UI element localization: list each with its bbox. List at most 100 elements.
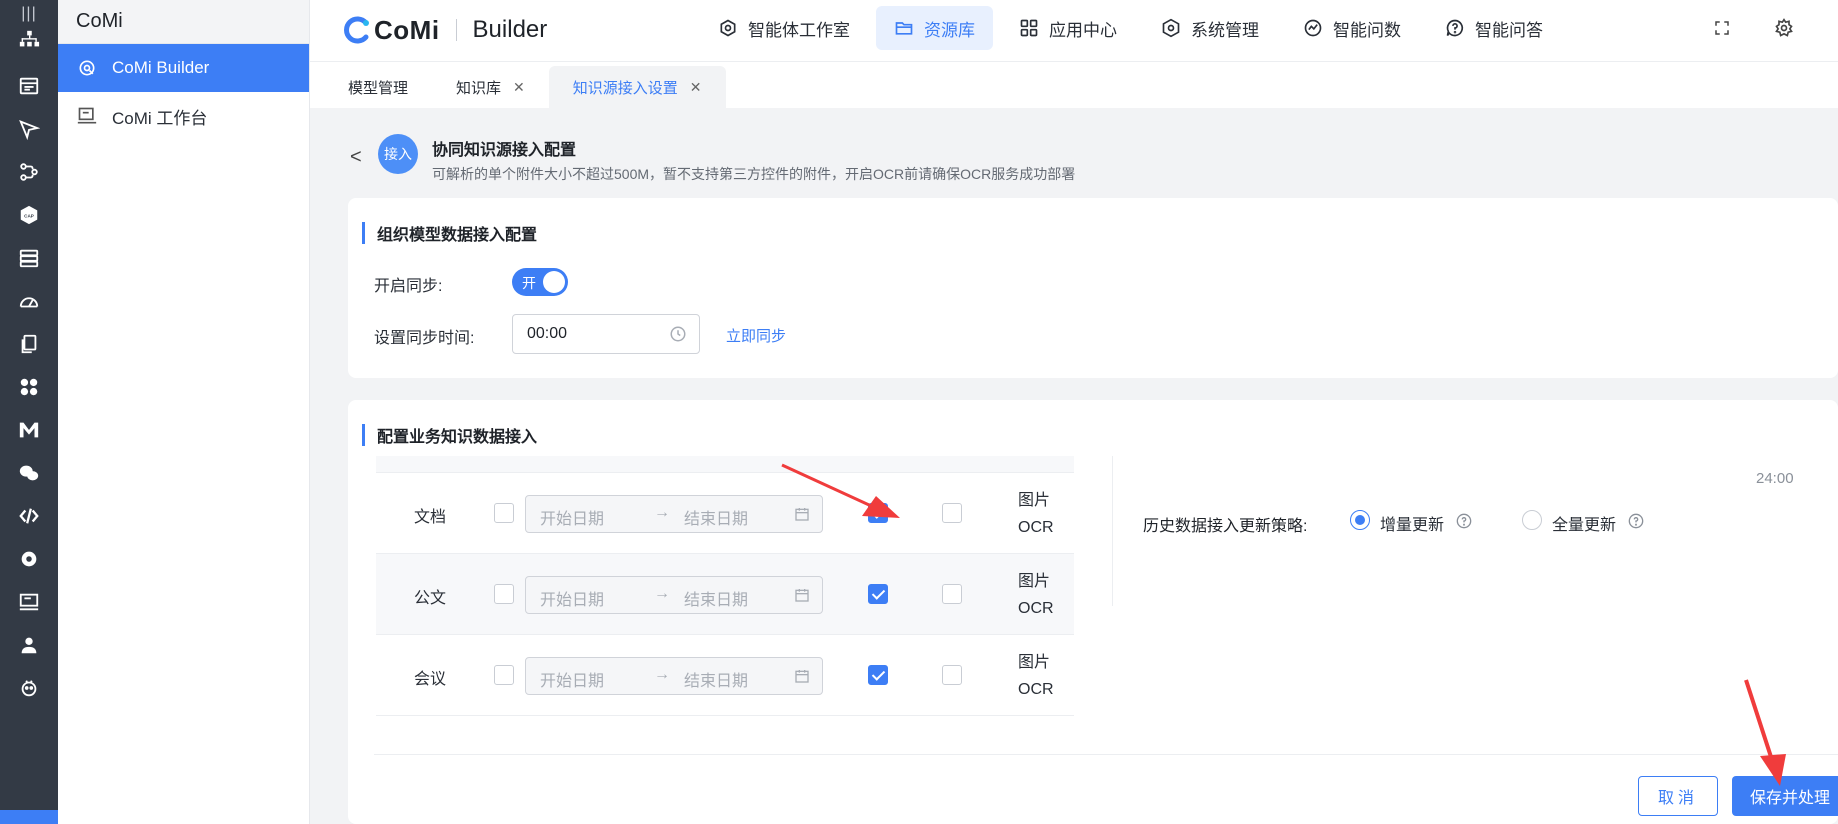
sync-now-link[interactable]: 立即同步 — [726, 325, 786, 346]
monitor-icon[interactable] — [15, 588, 43, 616]
table-row: 文档 开始日期 → 结束日期 图片OCR — [376, 473, 1074, 554]
ocr-label: 图片OCR — [1018, 492, 1054, 536]
chart-icon — [1304, 19, 1322, 37]
sidebar: CoMi CoMi Builder CoMi 工作台 — [58, 0, 310, 824]
comi-logo-icon — [344, 16, 369, 44]
page-avatar: 接入 — [378, 134, 418, 174]
main-nav: 智能体工作室 资源库 应用中心 系统管理 智能问数 智能问答 — [700, 6, 1569, 50]
help-icon[interactable] — [1456, 513, 1472, 529]
sync-time-label: 设置同步时间: — [374, 330, 475, 347]
ocr-label: 图片OCR — [1018, 573, 1054, 617]
ocr-checkbox[interactable] — [942, 665, 962, 685]
table-row — [376, 456, 1074, 473]
close-icon[interactable]: ✕ — [690, 79, 702, 96]
fullscreen-icon[interactable] — [1710, 16, 1734, 40]
nav-smart-data[interactable]: 智能问数 — [1285, 6, 1419, 50]
row-enable-checkbox[interactable] — [494, 503, 514, 523]
ocr-label: 图片OCR — [1018, 654, 1054, 698]
attachment-checkbox[interactable] — [868, 584, 888, 604]
column-divider — [1112, 456, 1113, 606]
nav-resource-library[interactable]: 资源库 — [876, 6, 993, 50]
sidebar-title: CoMi — [58, 0, 309, 44]
calendar-icon — [795, 589, 809, 602]
end-time-text: 24:00 — [1756, 470, 1794, 487]
gear-icon[interactable] — [15, 545, 43, 573]
menu-icon[interactable]: ||| — [0, 0, 58, 28]
sidebar-item-label: CoMi Builder — [112, 58, 210, 77]
app-logo[interactable]: CoMi Builder — [342, 12, 547, 48]
radio-label: 全量更新 — [1552, 517, 1617, 534]
database-icon[interactable] — [15, 244, 43, 272]
nav-agent-studio[interactable]: 智能体工作室 — [700, 6, 868, 50]
rail-active-indicator — [0, 810, 58, 824]
business-data-card: 配置业务知识数据接入 文档 开始日期 → 结束日期 图片OCR 公文 开始日期 … — [348, 400, 1838, 824]
code-icon[interactable] — [15, 502, 43, 530]
strategy-label: 历史数据接入更新策略: — [1143, 518, 1308, 535]
gauge-icon[interactable] — [15, 287, 43, 315]
attachment-checkbox[interactable] — [868, 665, 888, 685]
robot-icon[interactable] — [15, 674, 43, 702]
back-icon[interactable]: < — [350, 146, 362, 169]
icon-rail: ||| CAP — [0, 0, 58, 824]
nav-system-management[interactable]: 系统管理 — [1143, 6, 1277, 50]
row-enable-checkbox[interactable] — [494, 665, 514, 685]
cancel-button[interactable]: 取消 — [1638, 776, 1718, 816]
sidebar-item-comi-workbench[interactable]: CoMi 工作台 — [58, 92, 309, 140]
page-title: 协同知识源接入配置 — [432, 142, 577, 159]
date-range-picker[interactable]: 开始日期 → 结束日期 — [525, 495, 823, 533]
settings-gear-icon[interactable] — [1772, 16, 1796, 40]
ocr-checkbox[interactable] — [942, 584, 962, 604]
qa-icon — [1446, 19, 1464, 37]
row-enable-checkbox[interactable] — [494, 584, 514, 604]
footer-divider — [374, 754, 1838, 755]
files-icon[interactable] — [15, 330, 43, 358]
org-sync-card: 组织模型数据接入配置 开启同步: 开 设置同步时间: 00:00 立即同步 — [348, 198, 1838, 378]
section-title: 组织模型数据接入配置 — [362, 222, 537, 244]
sync-label: 开启同步: — [374, 278, 443, 295]
top-header: CoMi Builder 智能体工作室 资源库 应用中心 系统管理 智能问数 智… — [310, 0, 1838, 62]
dashboard-icon[interactable] — [15, 72, 43, 100]
workflow-icon[interactable] — [15, 158, 43, 186]
row-label: 文档 — [414, 509, 447, 526]
radio-full[interactable] — [1522, 510, 1542, 530]
nav-app-center[interactable]: 应用中心 — [1001, 6, 1135, 50]
row-label: 公文 — [414, 590, 447, 607]
radio-label: 增量更新 — [1380, 517, 1445, 534]
send-icon[interactable] — [15, 115, 43, 143]
hexagon-settings-icon — [1162, 18, 1180, 38]
org-tree-icon[interactable] — [15, 26, 43, 54]
attachment-checkbox[interactable] — [868, 503, 888, 523]
clock-icon — [670, 326, 686, 342]
date-range-picker[interactable]: 开始日期 → 结束日期 — [525, 576, 823, 614]
user-icon[interactable] — [15, 631, 43, 659]
svg-text:CAP: CAP — [24, 213, 34, 218]
save-and-process-button[interactable]: 保存并处理 — [1732, 776, 1838, 816]
cap-icon[interactable]: CAP — [15, 201, 43, 229]
builder-icon — [76, 57, 98, 79]
tab-knowledge-base[interactable]: 知识库 ✕ — [432, 66, 549, 108]
table-row: 公文 开始日期 → 结束日期 图片OCR — [376, 554, 1074, 635]
help-icon[interactable] — [1628, 513, 1644, 529]
nav-smart-qa[interactable]: 智能问答 — [1427, 6, 1561, 50]
apps-icon[interactable] — [15, 373, 43, 401]
tab-knowledge-source-settings[interactable]: 知识源接入设置 ✕ — [548, 66, 726, 108]
wechat-icon[interactable] — [15, 459, 43, 487]
radio-incremental[interactable] — [1350, 510, 1370, 530]
date-range-picker[interactable]: 开始日期 → 结束日期 — [525, 657, 823, 695]
sidebar-item-comi-builder[interactable]: CoMi Builder — [58, 44, 309, 92]
logo-separator — [455, 19, 457, 41]
m-logo-icon[interactable] — [15, 416, 43, 444]
sync-time-input[interactable]: 00:00 — [512, 314, 700, 354]
grid-icon — [1020, 19, 1038, 37]
sidebar-item-label: CoMi 工作台 — [112, 108, 208, 128]
tab-model-management[interactable]: 模型管理 — [324, 66, 432, 108]
workbench-icon — [76, 105, 98, 127]
agent-studio-icon — [720, 19, 736, 37]
logo-text: CoMi — [374, 14, 440, 45]
folder-icon — [895, 22, 913, 35]
close-icon[interactable]: ✕ — [513, 79, 525, 96]
data-type-table: 文档 开始日期 → 结束日期 图片OCR 公文 开始日期 → 结束日期 图片OC… — [376, 456, 1074, 736]
sync-toggle[interactable]: 开 — [512, 268, 568, 296]
ocr-checkbox[interactable] — [942, 503, 962, 523]
logo-subtitle: Builder — [472, 16, 548, 43]
